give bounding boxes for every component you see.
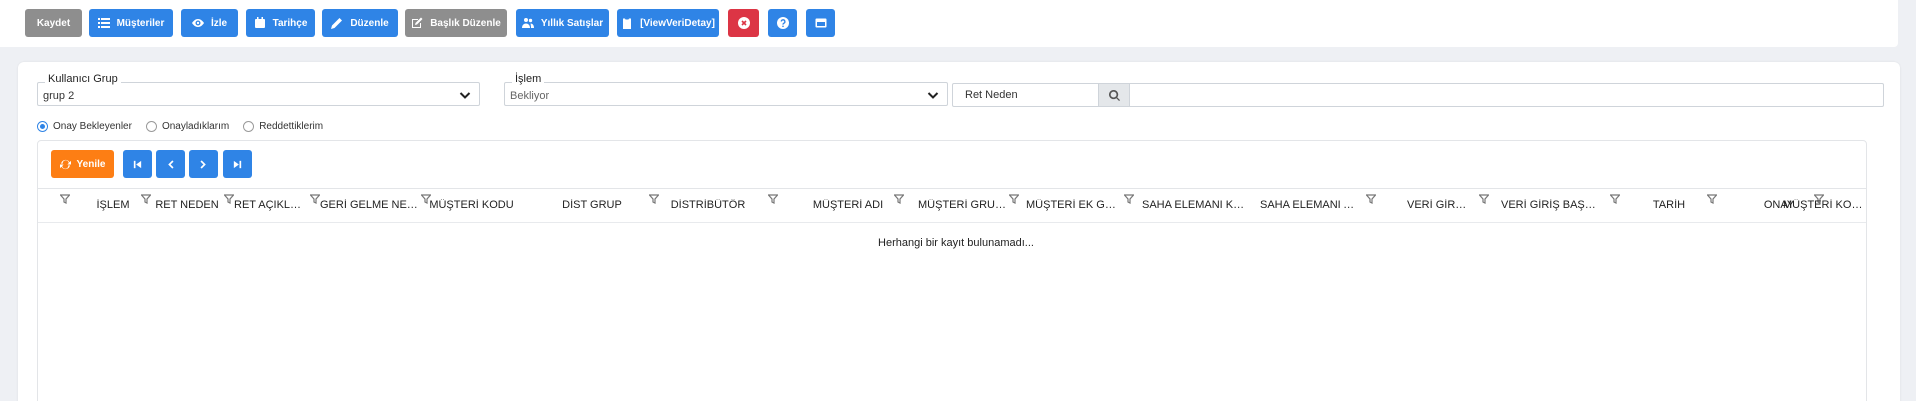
radio-pending[interactable]: Onay Bekleyenler — [37, 121, 132, 132]
search-icon — [1108, 89, 1120, 101]
column-header-veri-girisi[interactable]: VERİ GİRİŞİ — [1379, 189, 1491, 223]
radio-approved[interactable]: Onayladıklarım — [145, 121, 229, 132]
user-group-label: Kullanıcı Grup — [45, 73, 121, 85]
edit-button[interactable]: Düzenle — [322, 9, 398, 37]
window-button[interactable] — [806, 9, 835, 37]
filter-icon[interactable] — [309, 194, 321, 204]
eye-icon — [191, 19, 204, 27]
column-header-musteri-kodu[interactable]: MÜŞTERİ KODU — [419, 189, 538, 223]
help-button[interactable] — [768, 9, 797, 37]
filter-icon[interactable] — [648, 194, 660, 204]
cancel-button[interactable] — [728, 9, 759, 37]
history-button[interactable]: Tarihçe — [246, 9, 315, 37]
column-header-musteri-grubu[interactable]: MÜŞTERİ GRUBU — [907, 189, 1021, 223]
main-toolbar: Kaydet Müşteriler İzle Tarihçe Düzenle B… — [0, 0, 1898, 47]
radio-rejected[interactable]: Reddettiklerim — [243, 121, 323, 132]
save-button[interactable]: Kaydet — [25, 9, 82, 37]
column-header-saha-elemani-adi[interactable]: SAHA ELEMANI ADI — [1249, 189, 1378, 223]
data-grid: Yenile İŞLEM RET NEDEN RET AÇIKLAMA GERİ… — [37, 140, 1867, 401]
operation-value: Bekliyor — [510, 90, 550, 102]
radio-rejected-dot[interactable] — [243, 121, 255, 132]
radio-pending-dot[interactable] — [37, 121, 48, 132]
empty-grid-message: Herhangi bir kayıt bulunamadı... — [878, 237, 1034, 249]
chevron-left-icon — [168, 159, 174, 169]
grid-toolbar: Yenile — [38, 141, 1866, 189]
window-icon — [815, 18, 826, 28]
view-detail-button[interactable]: [ViewVeriDetay] — [617, 9, 719, 37]
filter-icon[interactable] — [767, 194, 779, 204]
filter-icon[interactable] — [1609, 194, 1621, 204]
help-icon — [776, 17, 789, 29]
clipboard-icon — [623, 17, 632, 29]
user-group-value: grup 2 — [43, 90, 75, 102]
refresh-button[interactable]: Yenile — [51, 150, 114, 178]
list-icon — [97, 18, 110, 28]
column-header-veri-giris-baslik[interactable]: VERİ GİRİŞ BAŞLIK — [1492, 189, 1622, 223]
filter-icon[interactable] — [1123, 194, 1135, 204]
filter-icon[interactable] — [1706, 194, 1718, 204]
prev-page-button[interactable] — [156, 150, 185, 178]
edit-icon — [412, 17, 423, 28]
filter-icon[interactable] — [893, 194, 905, 204]
chevron-down-icon — [459, 89, 471, 101]
chevron-right-icon — [200, 159, 206, 169]
column-header-musteri-kodu-2[interactable]: MÜŞTERİ KODU — [1783, 189, 1866, 223]
approval-filter-group: Onay Bekleyenler Onayladıklarım Reddetti… — [37, 121, 323, 132]
customers-button[interactable]: Müşteriler — [89, 9, 173, 37]
column-header-dist-grup[interactable]: DİST GRUP — [544, 189, 661, 223]
users-icon — [521, 18, 534, 28]
column-header-geri-gelme-nedeni[interactable]: GERİ GELME NEDENİ — [308, 189, 419, 223]
filter-icon[interactable] — [1365, 194, 1377, 204]
operation-select[interactable]: İşlem Bekliyor — [504, 73, 948, 106]
refresh-icon — [59, 159, 71, 169]
pencil-icon — [331, 18, 343, 29]
reject-reason-label: Ret Neden — [965, 89, 1018, 101]
edit-title-button[interactable]: Başlık Düzenle — [405, 9, 507, 37]
last-page-icon — [233, 160, 242, 168]
watch-button[interactable]: İzle — [181, 9, 238, 37]
chevron-down-icon — [927, 89, 939, 101]
filter-icon[interactable] — [1008, 194, 1020, 204]
calendar-icon — [254, 17, 265, 28]
close-circle-icon — [737, 17, 750, 29]
filter-icon[interactable] — [1478, 194, 1490, 204]
filter-icon[interactable] — [140, 194, 152, 204]
next-page-button[interactable] — [189, 150, 218, 178]
operation-label: İşlem — [512, 73, 545, 85]
column-header-musteri-ek-grup[interactable]: MÜŞTERİ EK GRU... — [1021, 189, 1136, 223]
column-header-distributor[interactable]: DİSTRİBÜTÖR — [662, 189, 780, 223]
yearly-sales-button[interactable]: Yıllık Satışlar — [516, 9, 609, 37]
first-page-button[interactable] — [123, 150, 152, 178]
reject-reason-lookup: Ret Neden — [952, 83, 1884, 107]
grid-header: İŞLEM RET NEDEN RET AÇIKLAMA GERİ GELME … — [38, 189, 1866, 223]
column-header-ret-neden[interactable]: RET NEDEN — [139, 189, 222, 223]
reject-reason-search-button[interactable] — [1098, 84, 1130, 106]
filter-icon[interactable] — [59, 194, 71, 204]
column-header-musteri-adi[interactable]: MÜŞTERİ ADI — [781, 189, 906, 223]
last-page-button[interactable] — [223, 150, 252, 178]
column-header-ret-aciklama[interactable]: RET AÇIKLAMA — [222, 189, 307, 223]
column-header-tarih[interactable]: TARİH — [1622, 189, 1719, 223]
radio-approved-dot[interactable] — [145, 121, 157, 132]
column-header-saha-elemani-kod[interactable]: SAHA ELEMANI KOD — [1136, 189, 1249, 223]
user-group-select[interactable]: Kullanıcı Grup grup 2 — [37, 73, 480, 106]
first-page-icon — [133, 160, 142, 168]
filter-icon[interactable] — [223, 194, 235, 204]
